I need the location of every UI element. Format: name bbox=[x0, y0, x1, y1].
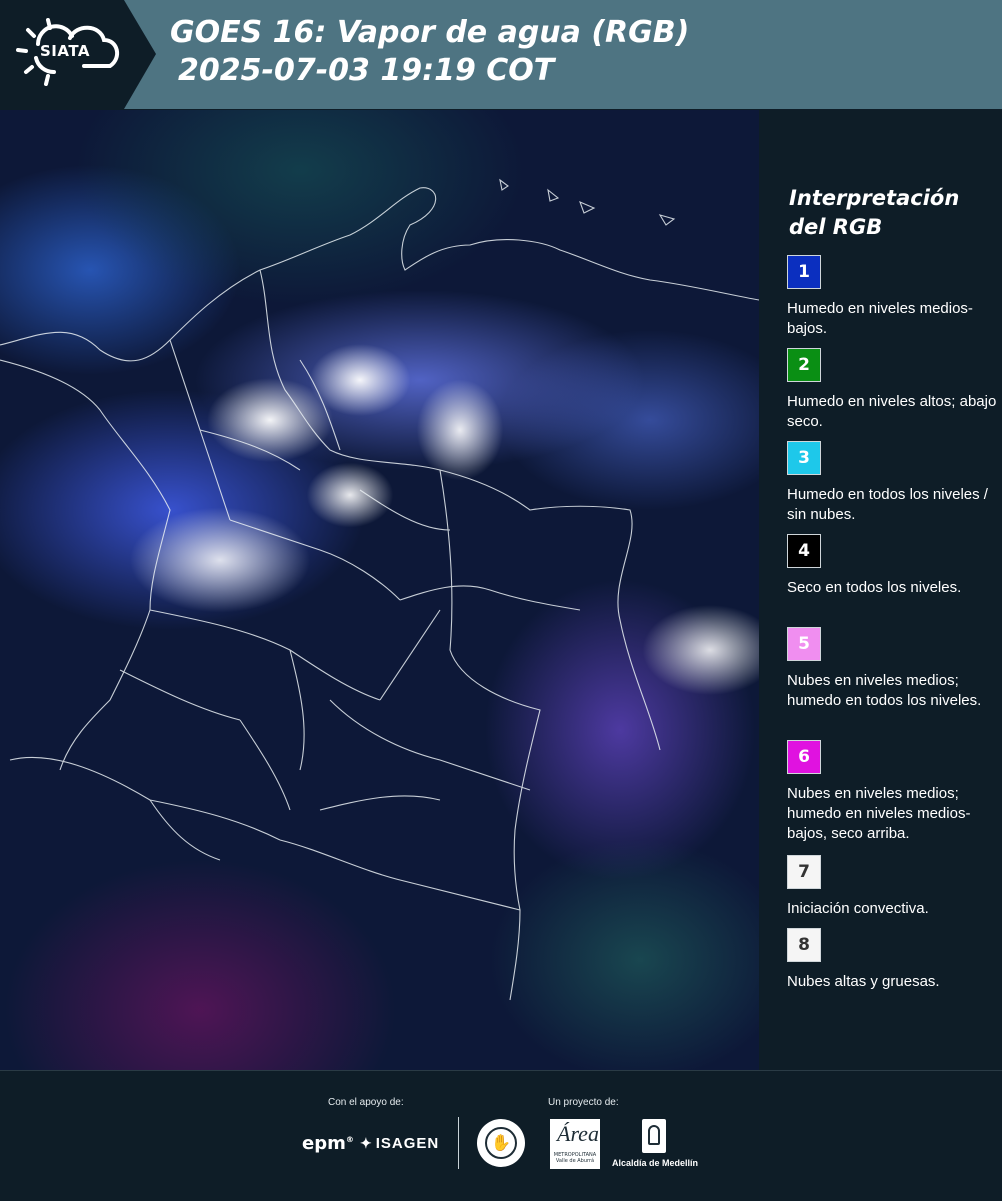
legend-title-line1: Interpretación bbox=[789, 186, 960, 210]
area-logo-text: Área bbox=[557, 1121, 599, 1146]
legend-panel: Interpretación del RGB 1 Humedo en nivele… bbox=[760, 110, 1002, 1070]
footer: Con el apoyo de: Un proyecto de: epm® ✦ I… bbox=[0, 1070, 1002, 1201]
page-title: GOES 16: Vapor de agua (RGB) 2025-07-03 … bbox=[170, 14, 689, 90]
alcaldia-logo-text: Alcaldía de Medellín bbox=[612, 1158, 699, 1168]
footer-divider bbox=[458, 1117, 459, 1169]
logo-text: SIATA bbox=[40, 42, 91, 60]
legend-item-5: 5 Nubes en niveles medios; humedo en todo… bbox=[787, 627, 997, 711]
area-logo-subtext: METROPOLITANA Valle de Aburrá bbox=[553, 1152, 597, 1164]
legend-label: Humedo en niveles medios-bajos. bbox=[787, 300, 973, 337]
legend-label: Nubes en niveles medios; humedo en todos… bbox=[787, 672, 982, 709]
map-boundaries bbox=[0, 178, 759, 1001]
legend-swatch: 5 bbox=[787, 627, 821, 661]
isagen-mark-icon: ✦ bbox=[360, 1135, 373, 1151]
legend-swatch: 2 bbox=[787, 348, 821, 382]
isagen-logo-text: ISAGEN bbox=[375, 1135, 440, 1152]
epm-logo: epm® bbox=[302, 1133, 354, 1154]
header-bar: SIATA GOES 16: Vapor de agua (RGB) 2025-… bbox=[0, 0, 1002, 109]
border-colombia-ecuador bbox=[9, 756, 281, 841]
legend-swatch: 4 bbox=[787, 534, 821, 568]
legend-item-4: 4 Seco en todos los niveles. bbox=[787, 534, 997, 598]
legend-swatch: 8 bbox=[787, 928, 821, 962]
legend-label: Iniciación convectiva. bbox=[787, 900, 929, 917]
title-timestamp: 2025-07-03 19:19 COT bbox=[178, 53, 555, 88]
legend-swatch: 1 bbox=[787, 255, 821, 289]
legend-label: Humedo en todos los niveles / sin nubes. bbox=[787, 486, 988, 523]
legend-label: Humedo en niveles altos; abajo seco. bbox=[787, 393, 997, 430]
isagen-logo: ✦ ISAGEN bbox=[360, 1135, 439, 1152]
project-label: Un proyecto de: bbox=[548, 1097, 619, 1108]
legend-item-7: 7 Iniciación convectiva. bbox=[787, 855, 997, 919]
area-metropolitana-logo: Área METROPOLITANA Valle de Aburrá bbox=[550, 1119, 600, 1169]
legend-swatch: 3 bbox=[787, 441, 821, 475]
legend-item-6: 6 Nubes en niveles medios; humedo en nive… bbox=[787, 740, 997, 844]
legend-item-1: 1 Humedo en niveles medios-bajos. bbox=[787, 255, 997, 339]
support-label: Con el apoyo de: bbox=[328, 1097, 404, 1108]
legend-label: Seco en todos los niveles. bbox=[787, 579, 962, 596]
legend-swatch: 7 bbox=[787, 855, 821, 889]
legend-item-3: 3 Humedo en todos los niveles / sin nubes… bbox=[787, 441, 997, 525]
legend-item-2: 2 Humedo en niveles altos; abajo seco. bbox=[787, 348, 997, 432]
border-colombia-peru bbox=[279, 839, 521, 1001]
logo-tab: SIATA bbox=[0, 0, 156, 109]
legend-label: Nubes altas y gruesas. bbox=[787, 973, 940, 990]
alcaldia-emblem-icon bbox=[642, 1119, 666, 1153]
legend-title-line2: del RGB bbox=[789, 215, 883, 239]
coastline-caribbean bbox=[0, 187, 759, 362]
border-colombia-brazil bbox=[439, 469, 541, 911]
legend-item-8: 8 Nubes altas y gruesas. bbox=[787, 928, 997, 992]
epm-logo-text: epm bbox=[302, 1133, 346, 1154]
coastline-pacific bbox=[0, 359, 171, 771]
legend-label: Nubes en niveles medios; humedo en nivel… bbox=[787, 785, 971, 842]
border-colombia-venezuela bbox=[259, 269, 661, 751]
title-product: GOES 16: Vapor de agua (RGB) bbox=[170, 15, 690, 50]
satellite-map bbox=[0, 110, 759, 1070]
legend-swatch: 6 bbox=[787, 740, 821, 774]
gobernacion-seal-icon: ✋ bbox=[477, 1119, 525, 1167]
legend-title: Interpretación del RGB bbox=[789, 184, 989, 242]
